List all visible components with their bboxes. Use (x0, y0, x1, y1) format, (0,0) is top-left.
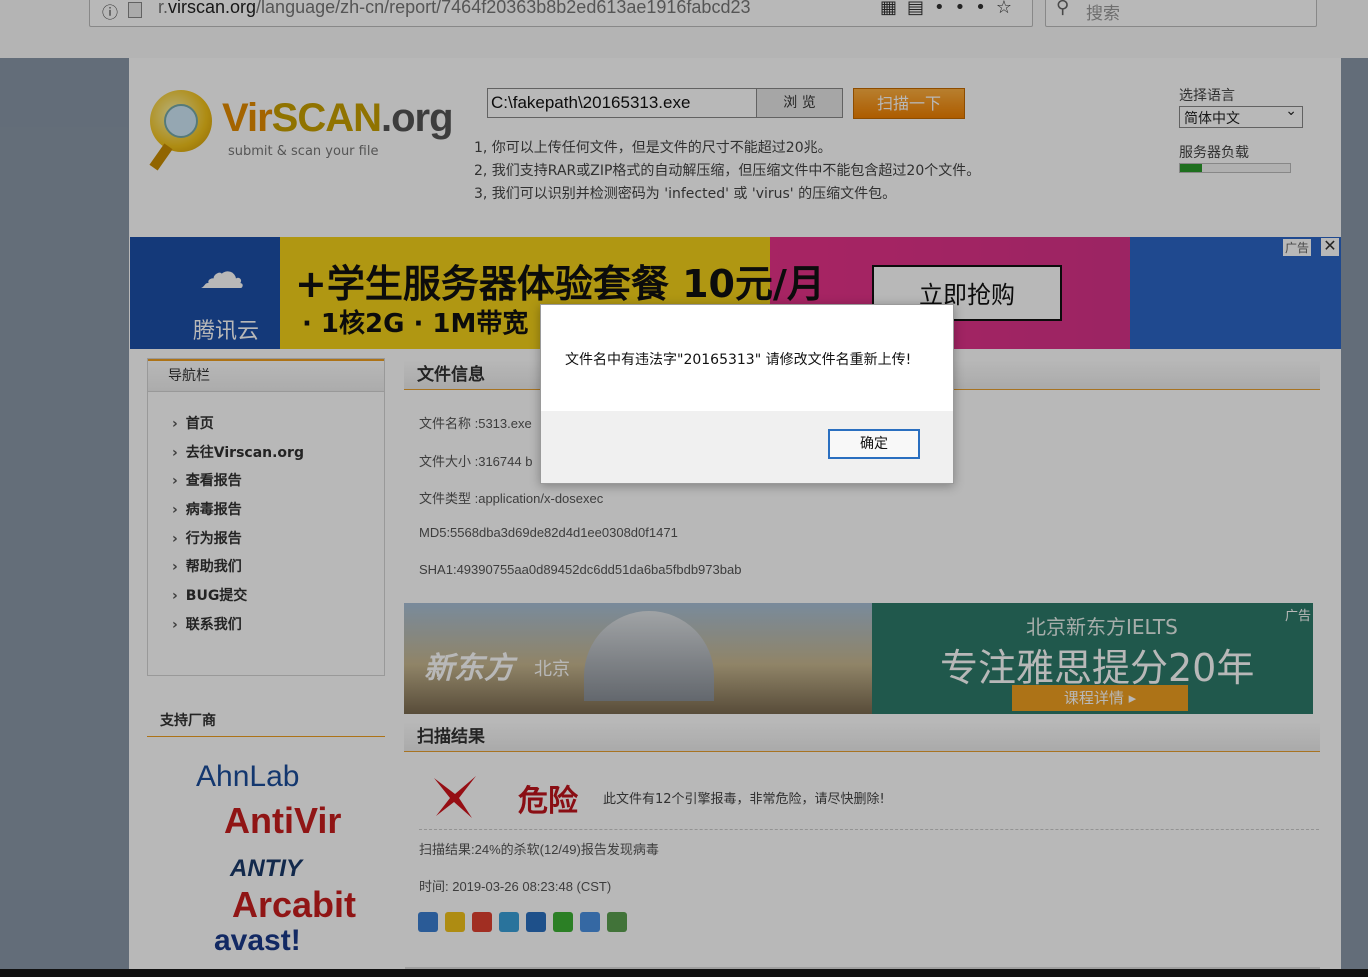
modal-overlay (0, 0, 1368, 969)
alert-dialog: 文件名中有违法字"20165313" 请修改文件名重新上传! 确定 (540, 304, 954, 484)
dialog-message: 文件名中有违法字"20165313" 请修改文件名重新上传! (565, 352, 912, 368)
ok-button[interactable]: 确定 (828, 429, 920, 459)
